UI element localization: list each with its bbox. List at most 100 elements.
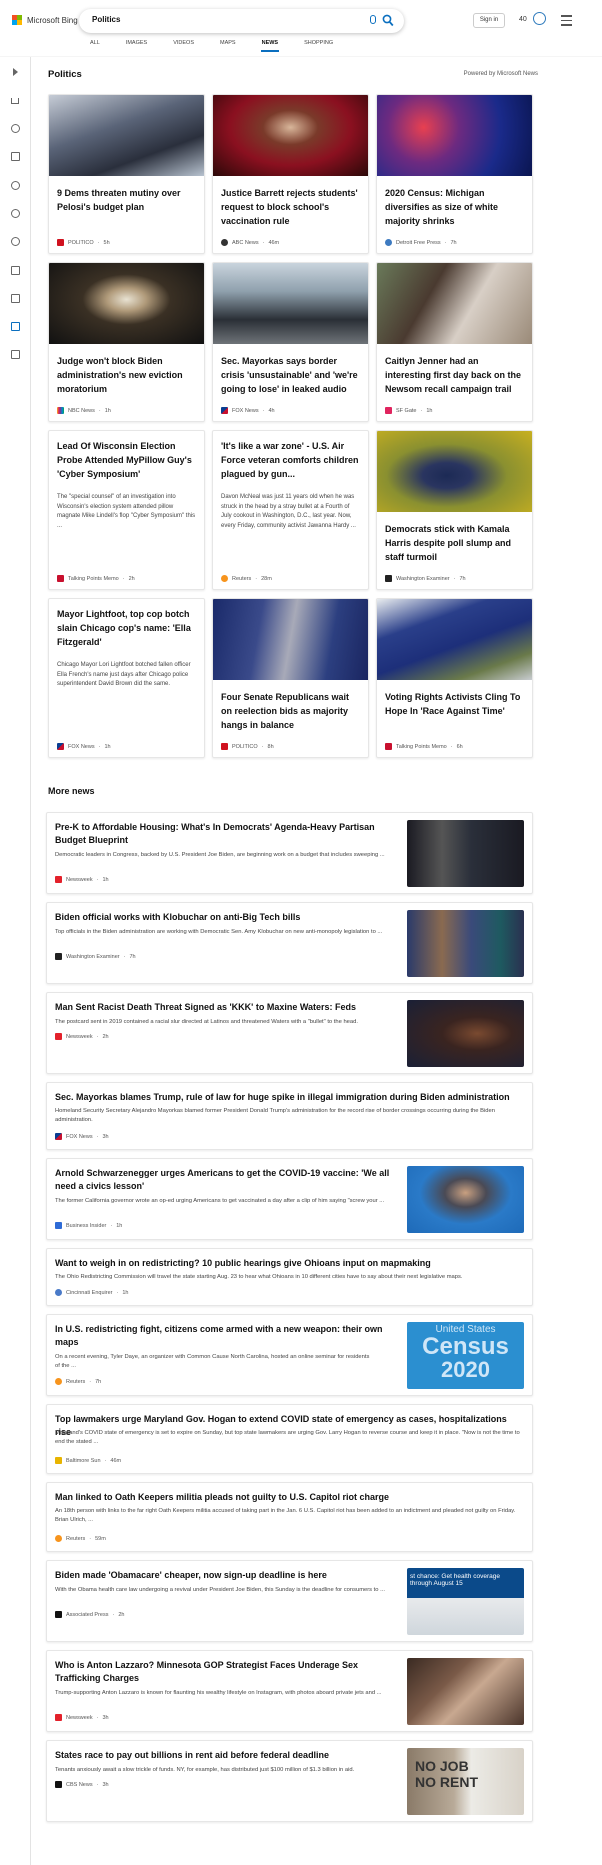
item-source: Reuters · 7h bbox=[55, 1378, 101, 1385]
card-title[interactable]: 9 Dems threaten mutiny over Pelosi's bud… bbox=[57, 186, 196, 214]
politics-icon[interactable] bbox=[11, 322, 20, 331]
separator: · bbox=[96, 1781, 99, 1788]
card-title[interactable]: Judge won't block Biden administration's… bbox=[57, 354, 196, 396]
globe-icon[interactable] bbox=[11, 209, 20, 218]
home-icon[interactable] bbox=[11, 98, 19, 104]
coronavirus-icon[interactable] bbox=[11, 124, 20, 133]
talking-points-memo-icon bbox=[385, 743, 392, 750]
more-news-item[interactable]: Who is Anton Lazzaro? Minnesota GOP Stra… bbox=[46, 1650, 533, 1732]
card-title[interactable]: Four Senate Republicans wait on reelecti… bbox=[221, 690, 360, 732]
separator: · bbox=[450, 743, 453, 750]
card-title[interactable]: Lead Of Wisconsin Election Probe Attende… bbox=[57, 439, 196, 481]
newsweek-icon bbox=[55, 876, 62, 883]
source-name: Washington Examiner bbox=[396, 575, 450, 582]
card-image bbox=[377, 263, 532, 344]
item-title[interactable]: Man linked to Oath Keepers militia plead… bbox=[55, 1491, 525, 1504]
news-card[interactable]: Four Senate Republicans wait on reelecti… bbox=[212, 598, 369, 758]
image-text: NO RENT bbox=[415, 1774, 478, 1790]
news-card[interactable]: 2020 Census: Michigan diversifies as siz… bbox=[376, 94, 533, 254]
timestamp: 7h bbox=[450, 239, 457, 246]
news-card[interactable]: Judge won't block Biden administration's… bbox=[48, 262, 205, 422]
tab-news[interactable]: NEWS bbox=[260, 40, 279, 54]
item-title[interactable]: Want to weigh in on redistricting? 10 pu… bbox=[55, 1257, 525, 1270]
separator: · bbox=[97, 239, 100, 246]
money-icon[interactable] bbox=[11, 350, 20, 359]
detroit-free-press-icon bbox=[385, 239, 392, 246]
card-title[interactable]: 'It's like a war zone' - U.S. Air Force … bbox=[221, 439, 360, 481]
card-title[interactable]: Democrats stick with Kamala Harris despi… bbox=[385, 522, 524, 564]
card-title[interactable]: 2020 Census: Michigan diversifies as siz… bbox=[385, 186, 524, 228]
item-title[interactable]: Biden official works with Klobuchar on a… bbox=[55, 911, 395, 924]
card-title[interactable]: Voting Rights Activists Cling To Hope In… bbox=[385, 690, 524, 718]
cincinnati-enquirer-icon bbox=[55, 1289, 62, 1296]
tab-shopping[interactable]: SHOPPING bbox=[304, 40, 333, 54]
expand-sidebar-icon[interactable] bbox=[13, 68, 18, 76]
tab-images[interactable]: IMAGES bbox=[126, 40, 147, 54]
card-image bbox=[377, 431, 532, 512]
separator: · bbox=[96, 1714, 99, 1721]
card-title[interactable]: Sec. Mayorkas says border crisis 'unsust… bbox=[221, 354, 360, 396]
hamburger-menu-icon[interactable] bbox=[561, 15, 572, 29]
more-news-item[interactable]: Want to weigh in on redistricting? 10 pu… bbox=[46, 1248, 533, 1306]
news-card[interactable]: Mayor Lightfoot, top cop botch slain Chi… bbox=[48, 598, 205, 758]
item-title[interactable]: Who is Anton Lazzaro? Minnesota GOP Stra… bbox=[55, 1659, 395, 1685]
news-card[interactable]: Sec. Mayorkas says border crisis 'unsust… bbox=[212, 262, 369, 422]
item-title[interactable]: Arnold Schwarzenegger urges Americans to… bbox=[55, 1167, 395, 1193]
more-news-item[interactable]: States race to pay out billions in rent … bbox=[46, 1740, 533, 1822]
more-news-item[interactable]: Arnold Schwarzenegger urges Americans to… bbox=[46, 1158, 533, 1240]
separator: · bbox=[112, 1611, 115, 1618]
more-news-item[interactable]: Man linked to Oath Keepers militia plead… bbox=[46, 1482, 533, 1552]
rewards-trophy-icon[interactable] bbox=[533, 12, 546, 25]
science-icon[interactable] bbox=[11, 237, 20, 246]
item-title[interactable]: States race to pay out billions in rent … bbox=[55, 1749, 395, 1762]
tab-all[interactable]: ALL bbox=[90, 40, 100, 54]
card-title[interactable]: Caitlyn Jenner had an interesting first … bbox=[385, 354, 524, 396]
news-card[interactable]: Democrats stick with Kamala Harris despi… bbox=[376, 430, 533, 590]
flag-icon[interactable] bbox=[11, 152, 20, 161]
card-source: SF Gate · 1h bbox=[385, 407, 432, 414]
item-title[interactable]: Sec. Mayorkas blames Trump, rule of law … bbox=[55, 1091, 525, 1104]
more-news-item[interactable]: Biden made 'Obamacare' cheaper, now sign… bbox=[46, 1560, 533, 1642]
microphone-icon[interactable] bbox=[370, 15, 376, 24]
item-image bbox=[407, 820, 524, 887]
more-news-item[interactable]: Pre-K to Affordable Housing: What's In D… bbox=[46, 812, 533, 894]
bing-logo[interactable]: Microsoft Bing bbox=[12, 15, 78, 25]
more-news-item[interactable]: Man Sent Racist Death Threat Signed as '… bbox=[46, 992, 533, 1074]
search-input[interactable]: Politics bbox=[92, 15, 120, 24]
item-title[interactable]: Pre-K to Affordable Housing: What's In D… bbox=[55, 821, 395, 847]
card-title[interactable]: Mayor Lightfoot, top cop botch slain Chi… bbox=[57, 607, 196, 649]
powered-by-label[interactable]: Powered by Microsoft News bbox=[464, 71, 538, 77]
separator: · bbox=[261, 743, 264, 750]
news-card[interactable]: 'It's like a war zone' - U.S. Air Force … bbox=[212, 430, 369, 590]
news-card[interactable]: Caitlyn Jenner had an interesting first … bbox=[376, 262, 533, 422]
more-news-item[interactable]: In U.S. redistricting fight, citizens co… bbox=[46, 1314, 533, 1396]
item-source: Baltimore Sun · 46m bbox=[55, 1457, 121, 1464]
timestamp: 2h bbox=[128, 575, 135, 582]
location-pin-icon[interactable] bbox=[11, 181, 20, 190]
sign-in-button[interactable]: Sign in bbox=[473, 13, 505, 28]
separator: · bbox=[123, 953, 126, 960]
tab-maps[interactable]: MAPS bbox=[220, 40, 236, 54]
card-title[interactable]: Justice Barrett rejects students' reques… bbox=[221, 186, 360, 228]
more-news-item[interactable]: Sec. Mayorkas blames Trump, rule of law … bbox=[46, 1082, 533, 1150]
news-card[interactable]: Justice Barrett rejects students' reques… bbox=[212, 94, 369, 254]
item-source: Reuters · 59m bbox=[55, 1535, 106, 1542]
search-box[interactable]: Politics bbox=[79, 9, 404, 33]
tab-videos[interactable]: VIDEOS bbox=[173, 40, 194, 54]
entertainment-icon[interactable] bbox=[11, 294, 20, 303]
item-title[interactable]: In U.S. redistricting fight, citizens co… bbox=[55, 1323, 395, 1349]
more-news-item[interactable]: Top lawmakers urge Maryland Gov. Hogan t… bbox=[46, 1404, 533, 1474]
item-title[interactable]: Biden made 'Obamacare' cheaper, now sign… bbox=[55, 1569, 395, 1582]
item-title[interactable]: Man Sent Racist Death Threat Signed as '… bbox=[55, 1001, 395, 1014]
news-card[interactable]: Voting Rights Activists Cling To Hope In… bbox=[376, 598, 533, 758]
more-news-item[interactable]: Biden official works with Klobuchar on a… bbox=[46, 902, 533, 984]
news-card[interactable]: Lead Of Wisconsin Election Probe Attende… bbox=[48, 430, 205, 590]
rewards-points[interactable]: 40 bbox=[519, 16, 527, 23]
separator: · bbox=[96, 1133, 99, 1140]
fox-news-icon bbox=[55, 1133, 62, 1140]
rocket-icon[interactable] bbox=[11, 266, 20, 275]
search-icon[interactable] bbox=[382, 14, 394, 27]
news-card[interactable]: 9 Dems threaten mutiny over Pelosi's bud… bbox=[48, 94, 205, 254]
source-name: Cincinnati Enquirer bbox=[66, 1289, 113, 1296]
card-image bbox=[49, 263, 204, 344]
